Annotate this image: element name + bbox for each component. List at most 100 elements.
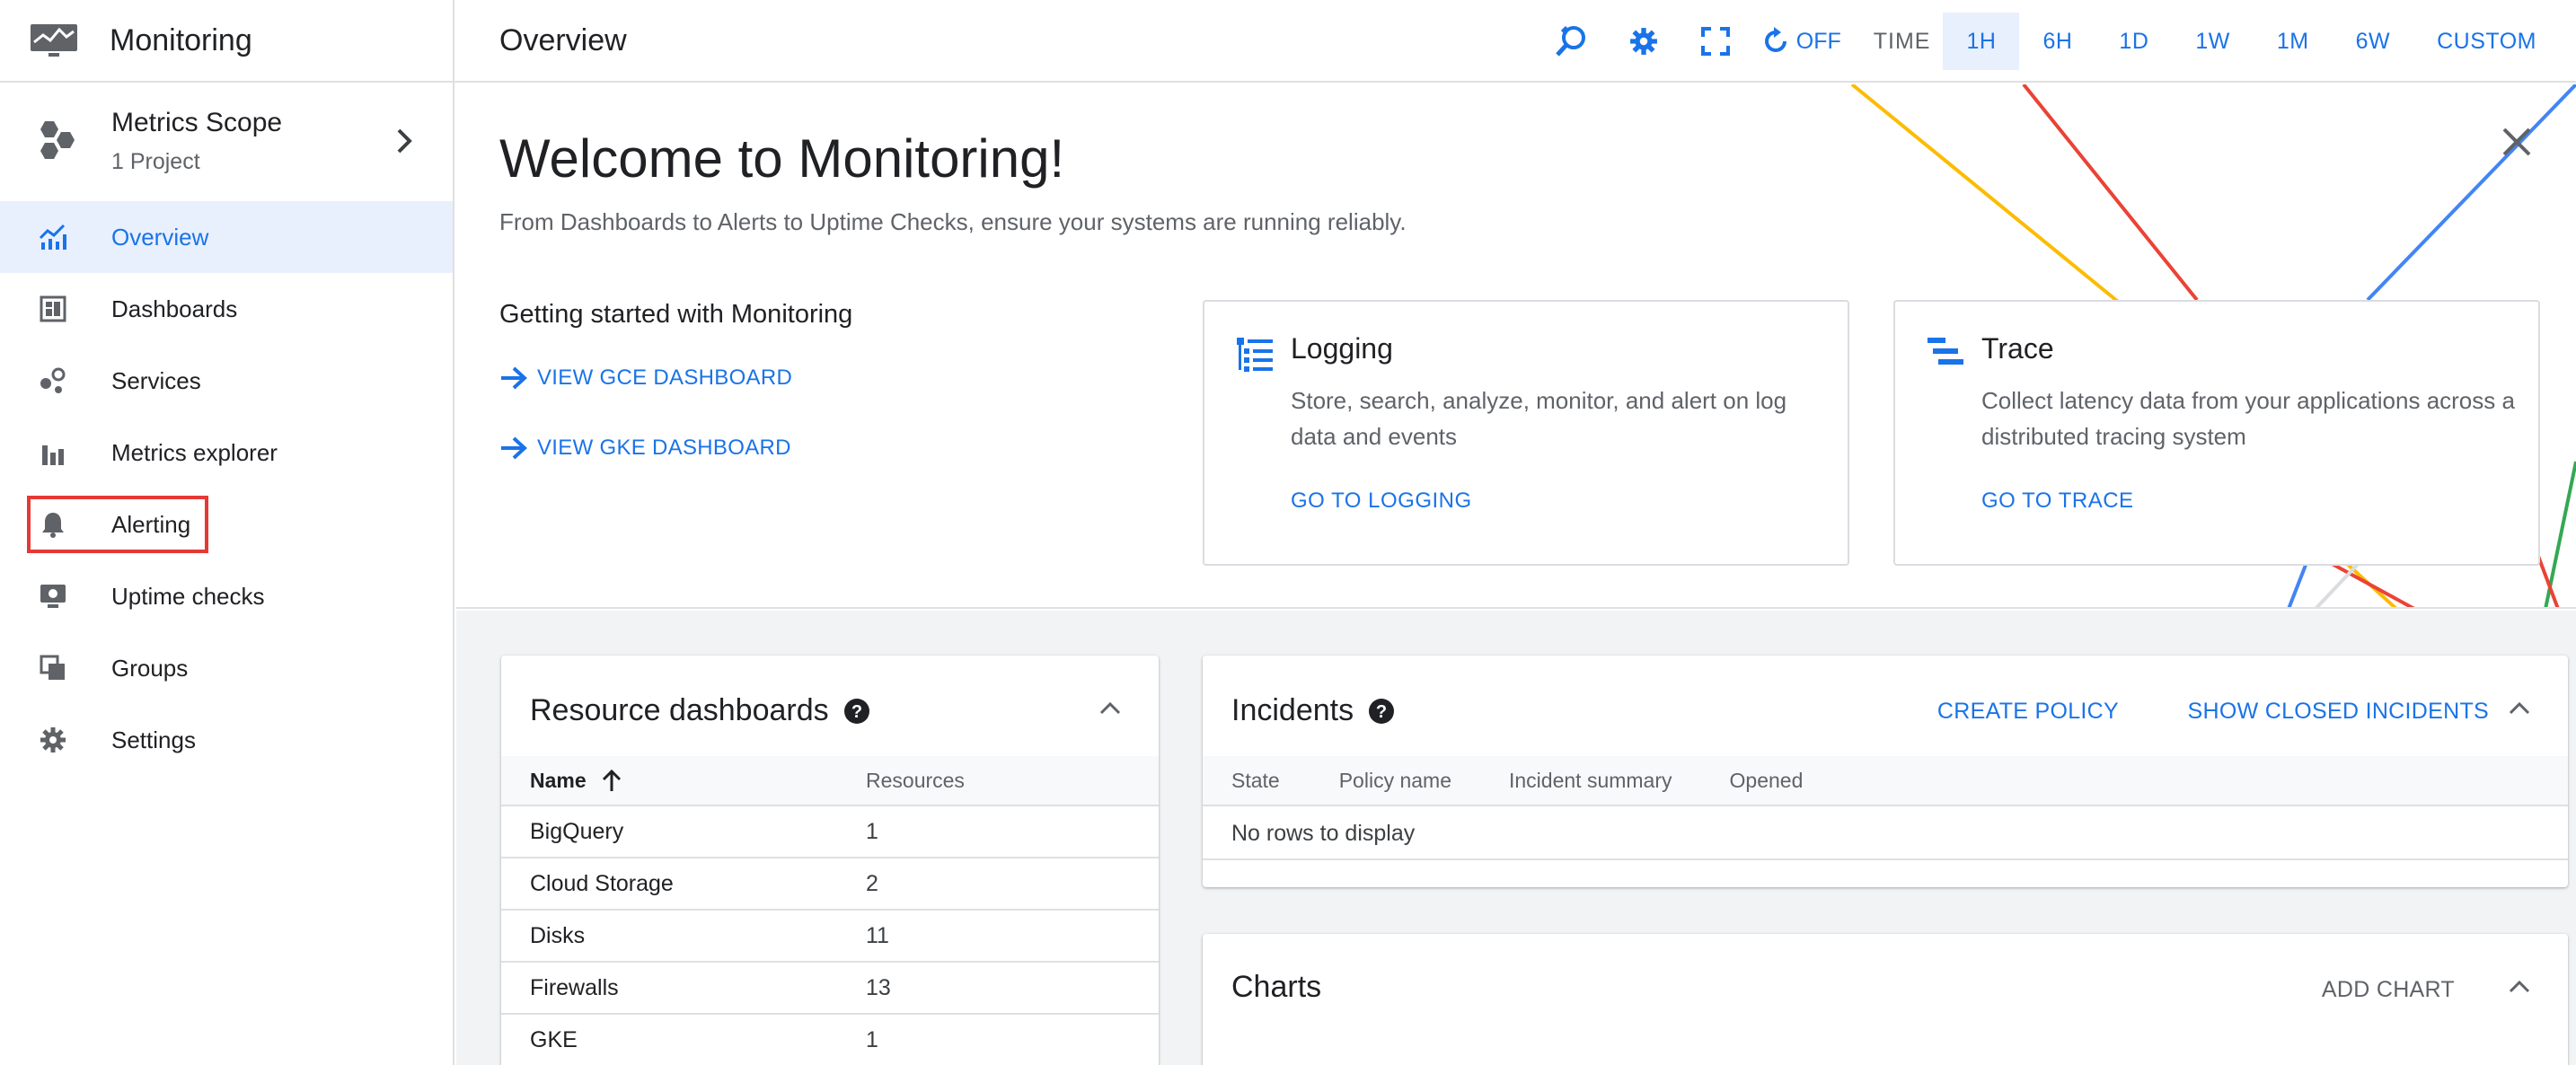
nav-label: Groups	[111, 654, 189, 682]
nav-label: Alerting	[111, 510, 191, 538]
metrics-scope[interactable]: Metrics Scope 1 Project	[0, 83, 453, 199]
table-row[interactable]: Firewalls 13	[501, 963, 1159, 1015]
chevron-up-icon[interactable]	[1096, 693, 1125, 722]
arrow-up-icon	[602, 769, 621, 791]
column-label: Name	[530, 768, 587, 792]
chevron-up-icon[interactable]	[2505, 693, 2534, 722]
row-name: Firewalls	[530, 974, 619, 1000]
column-header-state[interactable]: State	[1203, 769, 1280, 793]
table-row[interactable]: Disks 11	[501, 911, 1159, 963]
table-row[interactable]: BigQuery 1	[501, 806, 1159, 858]
help-icon[interactable]: ?	[1368, 698, 1395, 725]
view-gke-dashboard-link[interactable]: VIEW GKE DASHBOARD	[499, 436, 852, 461]
settings-button[interactable]	[1608, 13, 1680, 70]
nav-list: Overview Dashboards Services Metrics exp…	[0, 201, 453, 776]
time-range-6h[interactable]: 6H	[2019, 13, 2095, 70]
row-resources: 1	[866, 818, 878, 844]
app-title: Monitoring	[110, 22, 252, 57]
services-icon	[38, 365, 68, 396]
add-chart-button[interactable]: ADD CHART	[2322, 977, 2455, 1003]
time-range-1d[interactable]: 1D	[2095, 13, 2172, 70]
svg-text:?: ?	[1376, 702, 1387, 722]
time-range-1w[interactable]: 1W	[2172, 13, 2254, 70]
nav-item-uptime-checks[interactable]: Uptime checks	[0, 560, 453, 632]
card-title: Trace	[1981, 332, 2054, 365]
auto-refresh-label: OFF	[1795, 28, 1841, 54]
time-range-label: 1W	[2195, 28, 2230, 54]
welcome-subtitle: From Dashboards to Alerts to Uptime Chec…	[499, 208, 1407, 235]
row-name: BigQuery	[530, 818, 624, 844]
nav-item-dashboards[interactable]: Dashboards	[0, 273, 453, 345]
nav-item-metrics-explorer[interactable]: Metrics explorer	[0, 417, 453, 488]
auto-refresh-toggle[interactable]: OFF	[1751, 13, 1852, 70]
uptime-monitor-icon	[38, 581, 68, 612]
scope-title: Metrics Scope	[111, 107, 283, 137]
row-name: GKE	[530, 1026, 578, 1052]
show-closed-incidents-button[interactable]: SHOW CLOSED INCIDENTS	[2188, 699, 2490, 725]
gear-icon	[38, 725, 68, 755]
column-header-resources[interactable]: Resources	[866, 769, 965, 793]
go-to-trace-link[interactable]: GO TO TRACE	[1981, 488, 2134, 514]
groups-icon	[38, 653, 68, 683]
getting-started: Getting started with Monitoring VIEW GCE…	[499, 300, 852, 461]
go-to-logging-link[interactable]: GO TO LOGGING	[1291, 488, 1472, 514]
logging-card: Logging Store, search, analyze, monitor,…	[1203, 300, 1849, 566]
scope-subtitle: 1 Project	[111, 148, 200, 174]
incidents-panel: Incidents ? CREATE POLICY SHOW CLOSED IN…	[1203, 656, 2568, 887]
view-gce-dashboard-link[interactable]: VIEW GCE DASHBOARD	[499, 365, 852, 391]
column-header-name[interactable]: Name	[501, 768, 866, 793]
table-header: Name Resources	[501, 756, 1159, 806]
help-icon[interactable]: ?	[843, 698, 870, 725]
chevron-right-icon[interactable]	[392, 127, 417, 155]
incidents-table-header: State Policy name Incident summary Opene…	[1203, 756, 2568, 806]
column-header-policy-name[interactable]: Policy name	[1280, 769, 1451, 793]
row-name: Disks	[530, 922, 586, 948]
panel-title: Resource dashboards ?	[530, 693, 870, 728]
charts-panel: Charts ADD CHART	[1203, 934, 2568, 1065]
logging-icon	[1237, 338, 1273, 372]
link-label: VIEW GKE DASHBOARD	[537, 436, 791, 460]
empty-message: No rows to display	[1231, 821, 1416, 846]
time-range-1h[interactable]: 1H	[1943, 13, 2020, 70]
fullscreen-button[interactable]	[1680, 13, 1751, 70]
nav-label: Metrics explorer	[111, 438, 278, 466]
nav-item-overview[interactable]: Overview	[0, 201, 453, 273]
table-row[interactable]: GKE 1	[501, 1015, 1159, 1065]
welcome-title: Welcome to Monitoring!	[499, 128, 1065, 189]
time-range-1m[interactable]: 1M	[2254, 13, 2333, 70]
row-resources: 13	[866, 974, 891, 1000]
nav-label: Settings	[111, 726, 196, 753]
card-description: Store, search, analyze, monitor, and ale…	[1291, 387, 1787, 450]
column-header-opened[interactable]: Opened	[1672, 769, 1804, 793]
card-description: Collect latency data from your applicati…	[1981, 387, 2515, 450]
time-range-6w[interactable]: 6W	[2333, 13, 2414, 70]
dashboard-content: Resource dashboards ? Name Resources Big…	[456, 611, 2576, 1065]
resource-table: Name Resources BigQuery 1 Cloud Storage 2 …	[501, 756, 1159, 1065]
time-range-label: 1D	[2119, 28, 2149, 54]
trace-icon	[1928, 338, 1963, 365]
hexagons-icon	[40, 121, 75, 159]
nav-item-alerting[interactable]: Alerting	[0, 488, 453, 560]
row-name: Cloud Storage	[530, 870, 674, 896]
bar-chart-icon	[38, 437, 68, 468]
time-range-label: 1M	[2276, 28, 2309, 54]
create-policy-button[interactable]: CREATE POLICY	[1937, 699, 2119, 725]
time-range-label: 6H	[2042, 28, 2073, 54]
zoom-search-icon	[1555, 25, 1585, 57]
time-label: TIME	[1873, 28, 1931, 54]
nav-item-settings[interactable]: Settings	[0, 704, 453, 776]
table-row[interactable]: Cloud Storage 2	[501, 858, 1159, 911]
nav-label: Uptime checks	[111, 582, 265, 610]
nav-item-groups[interactable]: Groups	[0, 632, 453, 704]
column-header-incident-summary[interactable]: Incident summary	[1451, 769, 1672, 793]
nav-label: Overview	[111, 223, 209, 251]
bell-icon	[38, 509, 68, 540]
chevron-up-icon[interactable]	[2505, 972, 2534, 1000]
time-range-custom[interactable]: CUSTOM	[2413, 13, 2560, 70]
nav-item-services[interactable]: Services	[0, 345, 453, 417]
arrow-right-icon	[501, 366, 527, 390]
close-icon[interactable]	[2499, 124, 2535, 160]
monitor-icon	[31, 24, 77, 57]
page-title: Overview	[499, 22, 627, 57]
search-zoom-button[interactable]	[1536, 13, 1608, 70]
